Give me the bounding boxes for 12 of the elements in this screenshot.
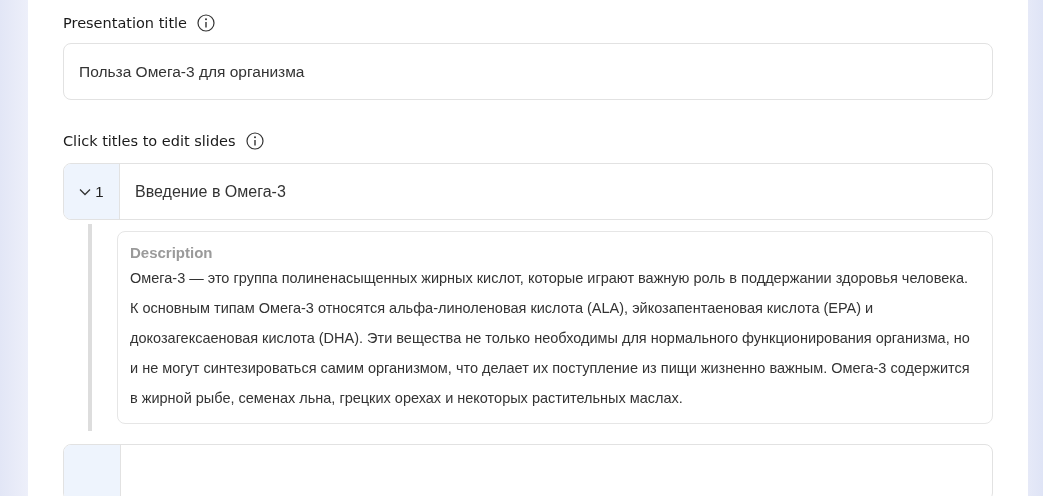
description-panel[interactable] [117,231,993,424]
info-icon[interactable] [197,14,216,32]
info-icon[interactable] [245,132,264,150]
slide-row[interactable]: 1 Введение в Омега-3 [63,163,993,220]
title-input[interactable]: Польза Омега-3 для организма [63,43,993,100]
slide-title[interactable]: Введение в Омега-3 [120,164,992,219]
chevron-icon [79,187,92,196]
description-label: Description [130,244,214,261]
slide-toggle[interactable]: 1 [64,164,120,219]
section-label: Click titles to edit slides [63,133,236,149]
field-label: Presentation title [63,15,188,31]
description-text: Омега-3 — это группа полиненасыщенных жирных кислот, которые играют важную роль в поддержании здоровья человека. К основным типам Омега-3 относятся альфа-линоленовая кислота (ALA), эйкозапентаеновая кислота (EPA) и докозагексаеновая кислота (DHA). Эти вещества не только необходимы для нормального функционирования организма, но и не могут синтезироваться самим организмом, что делает их поступление из пищи жизненно важным. Омега-3 содержится в жирной рыбе, семенах льна, грецких орехах и некоторых растительных маслах. [130,269,971,408]
